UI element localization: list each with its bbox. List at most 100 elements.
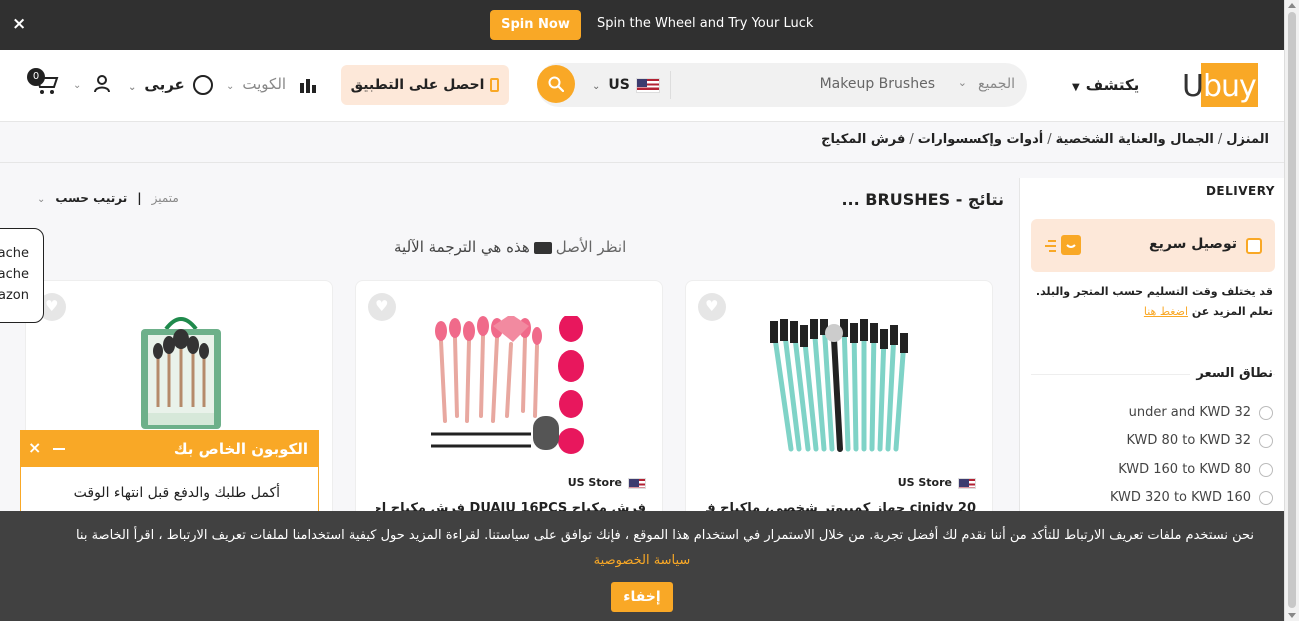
breadcrumb-item-beauty[interactable]: الجمال والعناية الشخصية: [1056, 132, 1214, 147]
store-name: US Store: [897, 476, 952, 489]
scrollbar-thumb[interactable]: [1288, 12, 1296, 608]
cache-tooltip: ache ache azon: [0, 228, 44, 323]
breadcrumb-separator: /: [1217, 132, 1223, 147]
us-flag-icon: [635, 77, 660, 93]
wishlist-heart-icon[interactable]: [368, 293, 396, 321]
store-label: US Store: [568, 476, 646, 489]
fast-delivery-checkbox[interactable]: [1246, 238, 1262, 254]
sort-control[interactable]: ⌄ متميز | ترتيب حسب: [37, 191, 193, 205]
breadcrumb-item-tools[interactable]: أدوات وإكسسوارات: [918, 132, 1043, 147]
search-button[interactable]: [537, 65, 575, 103]
logo-u: U: [1182, 69, 1204, 104]
cookie-banner: نحن نستخدم ملفات تعريف الارتباط للتأكد م…: [0, 511, 1284, 621]
language-label: عربى: [144, 75, 185, 94]
search-icon: [548, 76, 564, 92]
price-radio[interactable]: [1259, 433, 1273, 448]
country-selector[interactable]: ⌄ US: [592, 77, 660, 93]
cookie-message: نحن نستخدم ملفات تعريف الارتباط للتأكد م…: [75, 528, 1254, 543]
product-image[interactable]: [431, 316, 596, 466]
price-option-label: KWD 320 to KWD 160: [1109, 490, 1251, 505]
translate-icon: [533, 241, 552, 254]
breadcrumb-separator: /: [909, 132, 914, 147]
translation-text: هذه هي الترجمة الآلية: [394, 238, 530, 256]
explore-menu[interactable]: ▼ يكتشف: [1072, 76, 1139, 94]
breadcrumb-divider: [0, 162, 1284, 163]
coupon-widget: الكوبون الخاص بك × أكمل طلبك والدفع قبل …: [20, 430, 319, 520]
price-radio[interactable]: [1259, 490, 1273, 505]
view-original-link[interactable]: انظر الأصل: [556, 238, 627, 256]
breadcrumb: المنزل/الجمال والعناية الشخصية/أدوات وإك…: [821, 132, 1269, 147]
fast-delivery-filter[interactable]: توصيل سريع: [1031, 219, 1275, 272]
breadcrumb-item-brushes[interactable]: فرش المكياج: [821, 132, 905, 147]
page-scrollbar[interactable]: [1284, 0, 1299, 621]
user-icon: [93, 75, 110, 93]
price-option[interactable]: KWD 80 to KWD 32: [1126, 433, 1273, 448]
price-option[interactable]: KWD 160 to KWD 80: [1118, 462, 1273, 477]
promo-close-button[interactable]: ×: [12, 14, 26, 34]
sort-value[interactable]: متميز: [152, 191, 179, 205]
wishlist-heart-icon[interactable]: [698, 293, 726, 321]
account-menu[interactable]: ⌄: [73, 75, 110, 93]
region-label: الكويت: [242, 75, 287, 93]
logo-buy: buy: [1203, 69, 1257, 104]
spin-now-button[interactable]: Spin Now: [490, 10, 581, 40]
scroll-down-icon[interactable]: [1288, 613, 1296, 618]
us-flag-icon: [958, 477, 976, 489]
us-flag-icon: [628, 477, 646, 489]
breadcrumb-item-home[interactable]: المنزل: [1226, 132, 1269, 147]
cache-line: ache: [0, 267, 29, 282]
price-option[interactable]: under and KWD 32: [1129, 405, 1273, 420]
chevron-down-icon: ⌄: [73, 79, 82, 91]
chevron-down-icon: ⌄: [128, 81, 137, 93]
privacy-policy-link[interactable]: سياسة الخصوصية: [0, 553, 1284, 568]
price-range-title: نطاق السعر: [1190, 366, 1273, 381]
breadcrumb-separator: /: [1047, 132, 1052, 147]
results-title: نتائج - BRUSHES ...: [841, 190, 1004, 209]
translation-note: انظر الأصل هذه هي الترجمة الآلية: [394, 238, 626, 256]
price-option-label: under and KWD 32: [1128, 405, 1251, 420]
scroll-up-icon[interactable]: [1288, 3, 1296, 8]
store-name: US Store: [567, 476, 622, 489]
price-option[interactable]: KWD 320 to KWD 160: [1110, 490, 1273, 505]
globe-icon: [192, 75, 213, 95]
coupon-minimize-button[interactable]: [53, 448, 65, 450]
spin-text: Spin the Wheel and Try Your Luck: [597, 16, 814, 31]
price-option-label: KWD 80 to KWD 32: [1126, 433, 1251, 448]
delivery-more-link[interactable]: اضغط هنا: [1144, 305, 1188, 318]
price-radio[interactable]: [1259, 405, 1273, 420]
coupon-close-button[interactable]: ×: [28, 438, 41, 457]
cache-line: ache: [0, 246, 29, 261]
product-image[interactable]: [756, 319, 926, 459]
delivery-note: قد يختلف وقت التسليم حسب المتجر والبلد. …: [1033, 282, 1273, 322]
product-image[interactable]: [136, 315, 226, 435]
get-app-button[interactable]: احصل على التطبيق: [341, 65, 509, 105]
product-card[interactable]: US Store فرش مكياج DUAIU 16PCS فرش مكياج…: [355, 280, 663, 530]
coupon-title: الكوبون الخاص بك: [173, 440, 308, 458]
region-selector[interactable]: ⌄ الكويت: [226, 75, 317, 93]
category-chevron-icon[interactable]: ⌄: [958, 76, 967, 89]
product-card[interactable]: US Store 20 cinidy جهاز كمبيوتر شخصي، ما…: [685, 280, 993, 530]
store-label: US Store: [898, 476, 976, 489]
price-option-label: KWD 160 to KWD 80: [1118, 462, 1251, 477]
search-input[interactable]: Makeup Brushes: [820, 76, 935, 92]
explore-label: يكتشف: [1085, 76, 1140, 94]
cart-button[interactable]: 0: [27, 68, 59, 96]
language-selector[interactable]: ⌄ عربى: [128, 75, 213, 95]
kuwait-towers-icon: [299, 78, 316, 93]
search-divider: [670, 71, 671, 99]
chevron-down-icon: ⌄: [37, 194, 46, 205]
delivery-title: DELIVERY: [1205, 184, 1275, 198]
hide-cookie-button[interactable]: إخفاء: [611, 582, 673, 612]
search-bar[interactable]: الجميع ⌄ Makeup Brushes ⌄ US: [537, 63, 1027, 107]
sort-label: ترتيب حسب: [55, 191, 128, 205]
sort-divider: |: [137, 191, 142, 205]
chevron-down-icon: ⌄: [592, 81, 601, 92]
cart-count-badge: 0: [27, 68, 45, 86]
search-category[interactable]: الجميع: [978, 76, 1015, 92]
coupon-header: الكوبون الخاص بك ×: [21, 431, 318, 467]
country-code: US: [608, 77, 630, 93]
promo-bar: × Spin Now Spin the Wheel and Try Your L…: [0, 0, 1284, 50]
ubuy-logo[interactable]: U buy: [1182, 63, 1258, 109]
chevron-down-icon: ⌄: [226, 81, 235, 92]
price-radio[interactable]: [1259, 462, 1273, 477]
